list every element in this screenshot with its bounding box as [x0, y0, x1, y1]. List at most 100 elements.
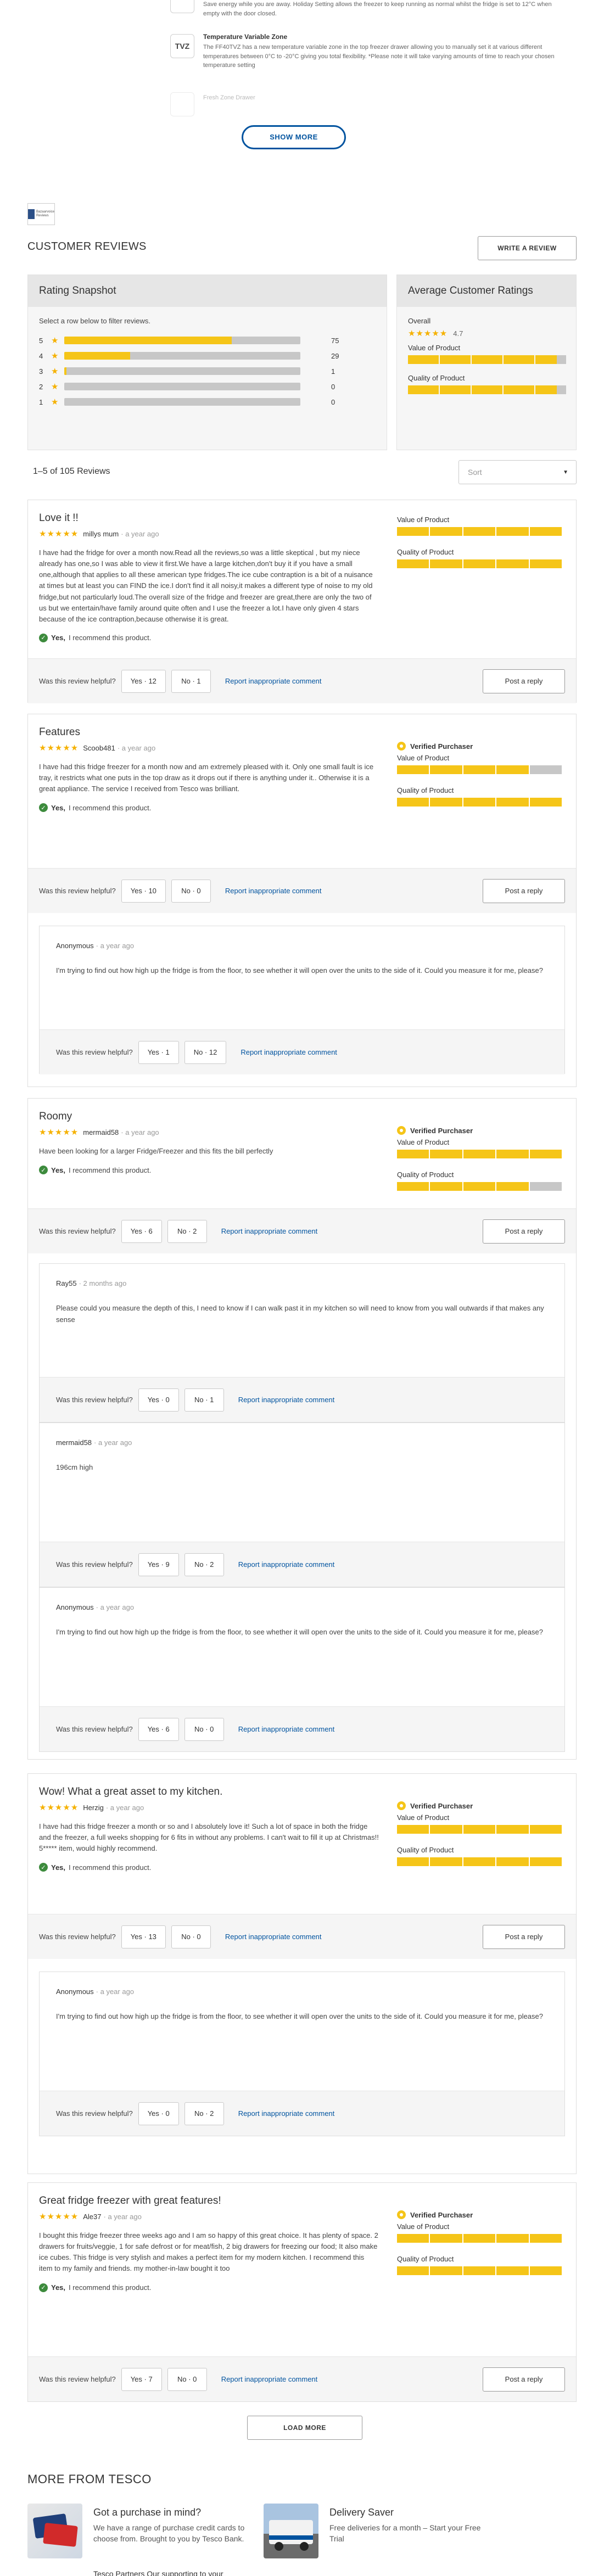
vote-yes-button[interactable]: Yes · 9: [138, 1553, 179, 1576]
review-ratings: Value of Product Quality of Product: [397, 516, 562, 568]
rating-segment: [472, 385, 502, 394]
review-author[interactable]: millys mum: [83, 530, 119, 538]
rating-row-2[interactable]: 2 ★ 0: [28, 379, 387, 394]
show-more-button[interactable]: SHOW MORE: [242, 125, 346, 149]
logo-line: Reviews: [36, 214, 49, 217]
rating-segment-fill: [529, 1825, 562, 1834]
review-card: Features ★★★★★ Scoob481 · a year ago I h…: [27, 714, 577, 1087]
logo-line: Bazaarvoice: [36, 210, 54, 214]
feature-fresh-zone: Fresh Zone Drawer: [170, 92, 555, 116]
post-reply-button[interactable]: Post a reply: [483, 669, 565, 693]
rating-segment-fill: [397, 1182, 429, 1191]
reply-author[interactable]: Ray55: [56, 1279, 77, 1287]
post-reply-button[interactable]: Post a reply: [483, 1219, 565, 1244]
rating-segment-fill: [430, 527, 462, 536]
review-stars: ★★★★★: [39, 1803, 79, 1812]
vote-no-button[interactable]: No · 1: [184, 1388, 224, 1412]
vote-no-button[interactable]: No · 1: [171, 669, 211, 693]
review-author[interactable]: Ale37: [83, 2213, 101, 2221]
rating-row-1[interactable]: 1 ★ 0: [28, 394, 387, 410]
vote-yes-button[interactable]: Yes · 13: [121, 1925, 166, 1948]
recommend-yes: Yes,: [51, 1863, 66, 1872]
review-author[interactable]: mermaid58: [83, 1128, 119, 1136]
promo-title: Got a purchase in mind?: [93, 2507, 202, 2518]
report-link[interactable]: Report inappropriate comment: [225, 887, 322, 895]
rating-row-5[interactable]: 5 ★ 75: [28, 333, 387, 348]
review-time: · a year ago: [103, 2212, 142, 2221]
rating-segment: [463, 1857, 496, 1866]
rating-segment-fill: [529, 527, 562, 536]
report-link[interactable]: Report inappropriate comment: [221, 2375, 318, 2383]
rating-segment-fill: [430, 798, 462, 807]
sort-select[interactable]: Sort ▼: [458, 460, 577, 484]
promo-credit-cards[interactable]: Got a purchase in mind? We have a range …: [27, 2504, 269, 2558]
reply-text: I'm trying to find out how high up the f…: [56, 2012, 543, 2020]
vote-yes-button[interactable]: Yes · 1: [138, 1040, 179, 1064]
promo-text: We have a range of purchase credit cards…: [93, 2523, 245, 2544]
vote-no-button[interactable]: No · 12: [184, 1040, 227, 1064]
helpful-label: Was this review helpful?: [39, 2375, 116, 2383]
rating-segment: [504, 385, 534, 394]
vote-no-button[interactable]: No · 2: [184, 2102, 224, 2125]
value-rating-bar: [408, 355, 566, 364]
vote-no-button[interactable]: No · 2: [167, 1219, 207, 1243]
post-reply-button[interactable]: Post a reply: [483, 1924, 565, 1949]
report-link[interactable]: Report inappropriate comment: [238, 1725, 335, 1733]
reply-author[interactable]: Anonymous: [56, 942, 94, 950]
sort-placeholder: Sort: [468, 468, 482, 477]
vote-no-button[interactable]: No · 0: [184, 1717, 224, 1741]
review-card: Love it !! ★★★★★ millys mum · a year ago…: [27, 500, 577, 703]
vote-yes-button[interactable]: Yes · 0: [138, 1388, 179, 1412]
post-reply-button[interactable]: Post a reply: [483, 2367, 565, 2392]
rating-segment-fill: [496, 1825, 529, 1834]
reply-author[interactable]: Anonymous: [56, 1603, 94, 1611]
vote-yes-button[interactable]: Yes · 6: [121, 1219, 162, 1243]
recommend-yes: Yes,: [51, 2283, 66, 2292]
review-author[interactable]: Herzig: [83, 1804, 104, 1812]
vote-no-button[interactable]: No · 0: [167, 2367, 207, 2391]
rating-segment-fill: [496, 1857, 529, 1866]
review-time: · a year ago: [117, 743, 156, 752]
vote-no-button[interactable]: No · 2: [184, 1553, 224, 1576]
vote-yes-button[interactable]: Yes · 0: [138, 2102, 179, 2125]
report-link[interactable]: Report inappropriate comment: [225, 677, 322, 685]
reply-author[interactable]: Anonymous: [56, 1987, 94, 1996]
rating-row-3[interactable]: 3 ★ 1: [28, 363, 387, 379]
vote-yes-button[interactable]: Yes · 6: [138, 1717, 179, 1741]
rating-segment-fill: [463, 1182, 496, 1191]
vote-no-button[interactable]: No · 0: [171, 879, 211, 903]
rating-segment-fill: [463, 1857, 496, 1866]
vote-yes-button[interactable]: Yes · 10: [121, 879, 166, 903]
rating-segment-fill: [496, 2234, 529, 2243]
promo-delivery-saver[interactable]: Delivery Saver Free deliveries for a mon…: [264, 2504, 505, 2558]
report-link[interactable]: Report inappropriate comment: [221, 1227, 318, 1235]
post-reply-button[interactable]: Post a reply: [483, 878, 565, 903]
helpful-bar: Was this review helpful? Yes · 9 No · 2 …: [40, 1542, 564, 1587]
report-link[interactable]: Report inappropriate comment: [238, 1396, 335, 1404]
review-author[interactable]: Scoob481: [83, 744, 115, 752]
helpful-label: Was this review helpful?: [56, 1725, 133, 1733]
rating-segment: [463, 1825, 496, 1834]
load-more-button[interactable]: LOAD MORE: [247, 2416, 362, 2440]
write-review-button[interactable]: WRITE A REVIEW: [478, 236, 577, 260]
report-link[interactable]: Report inappropriate comment: [225, 1933, 322, 1941]
rating-row-4[interactable]: 4 ★ 29: [28, 348, 387, 363]
vote-yes-button[interactable]: Yes · 12: [121, 669, 166, 693]
rating-segment-fill: [535, 385, 557, 394]
rating-segment-fill: [496, 765, 529, 774]
report-link[interactable]: Report inappropriate comment: [238, 2109, 335, 2118]
value-rating-bar: [397, 765, 562, 774]
verified-label: Verified Purchaser: [410, 742, 473, 751]
report-link[interactable]: Report inappropriate comment: [238, 1560, 335, 1569]
rating-segment: [529, 2266, 562, 2275]
reply-author[interactable]: mermaid58: [56, 1438, 92, 1447]
rating-segment: [496, 527, 529, 536]
rating-row-count: 75: [331, 336, 339, 345]
report-link[interactable]: Report inappropriate comment: [241, 1048, 337, 1056]
vote-no-button[interactable]: No · 0: [171, 1925, 211, 1948]
review-time: · a year ago: [121, 529, 159, 538]
rating-snapshot: Rating Snapshot Select a row below to fi…: [27, 275, 387, 450]
review-title: Great fridge freezer with great features…: [39, 2195, 221, 2207]
rating-segment: [529, 1857, 562, 1866]
vote-yes-button[interactable]: Yes · 7: [121, 2367, 162, 2391]
